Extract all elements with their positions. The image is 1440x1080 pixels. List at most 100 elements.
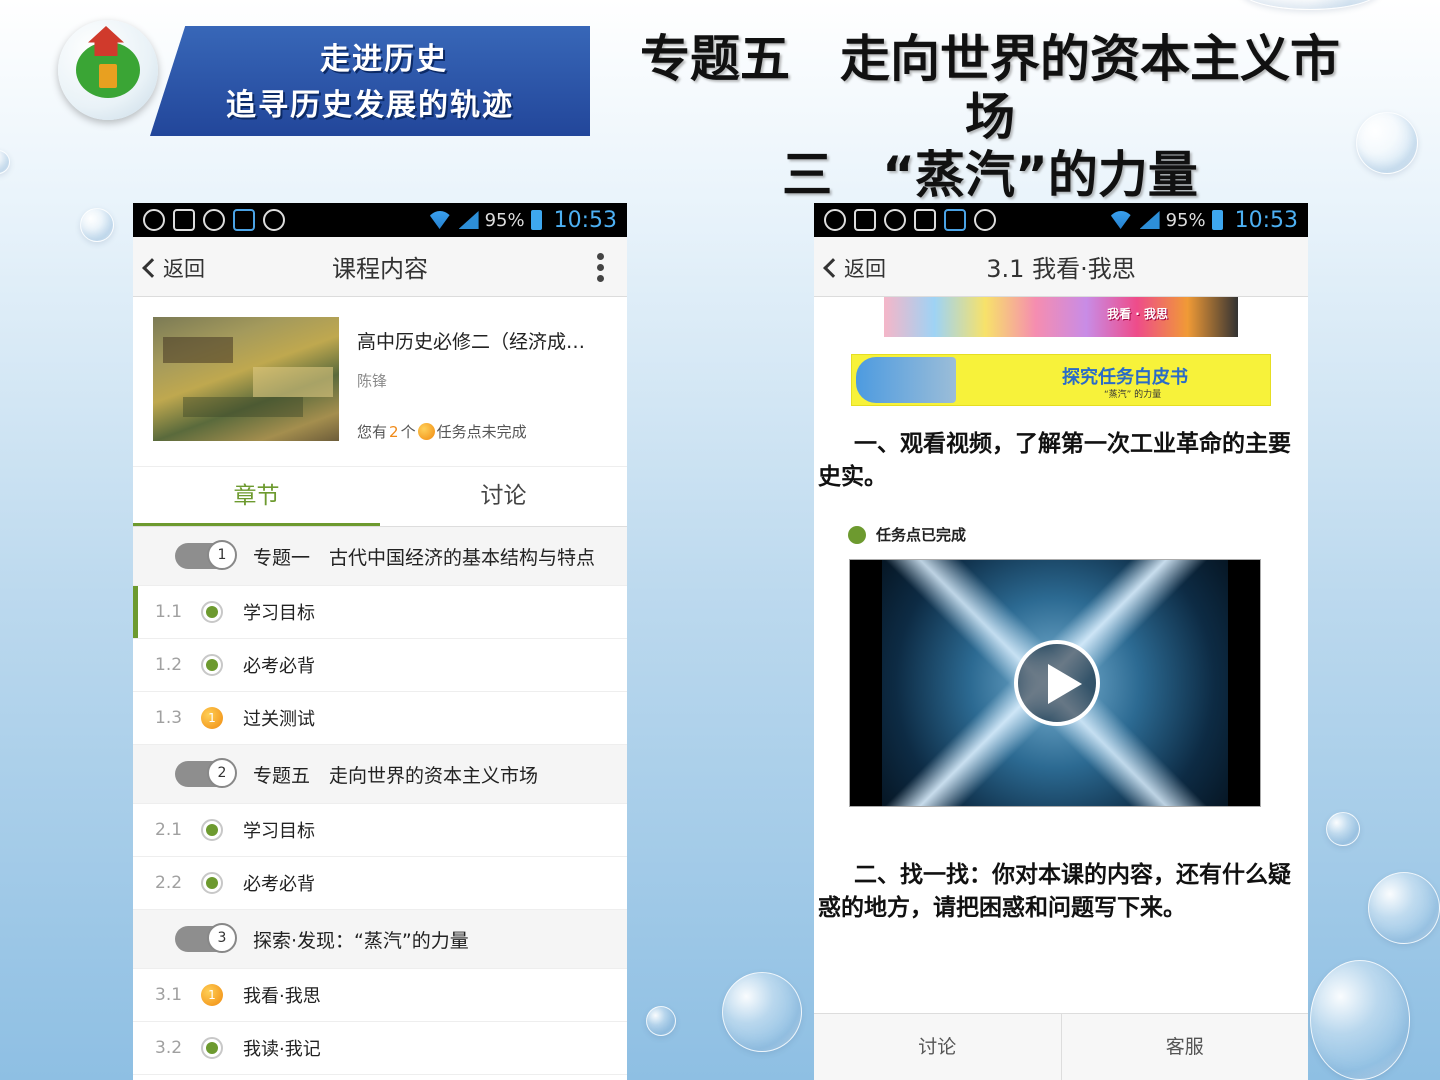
chapter-index: 2.2 <box>155 873 183 893</box>
task-prefix: 您有 <box>357 423 388 441</box>
cartoon-image <box>856 357 956 403</box>
back-label: 返回 <box>163 257 205 281</box>
chapter-label: 我看·我思 <box>243 986 321 1007</box>
customer-service-button[interactable]: 客服 <box>1060 1014 1309 1080</box>
completed-dot-icon <box>201 1037 223 1059</box>
chapter-label: 学习目标 <box>243 821 315 842</box>
chapter-item[interactable]: 2.2 必考必背 <box>133 857 627 910</box>
page-title: 3.1 我看·我思 <box>986 255 1136 283</box>
decorative-bubble <box>1368 872 1440 944</box>
decorative-bubble <box>646 1006 676 1036</box>
shield-icon <box>203 209 225 231</box>
decorative-bubble <box>80 208 114 242</box>
task-complete-icon <box>848 525 866 544</box>
completed-dot-icon <box>201 654 223 676</box>
bell-icon <box>233 209 255 231</box>
course-title: 高中历史必修二（经济成… <box>357 331 586 353</box>
question-2: 二、找一找：你对本课的内容，还有什么疑惑的地方，请把困惑和问题写下来。 <box>818 862 1291 921</box>
shield-icon <box>884 209 906 231</box>
pending-task-icon: 1 <box>201 707 223 729</box>
chapter-list: 1 专题一 古代中国经济的基本结构与特点 1.1 学习目标 1.2 必考必背 1.3 1 过关测… <box>133 527 627 1075</box>
course-teacher: 陈锋 <box>357 372 388 390</box>
task-suffix: 任务点未完成 <box>436 423 527 441</box>
chapter-index: 1.3 <box>155 708 183 728</box>
slide-title-line-1: 专题五 走向世界的资本主义市场 <box>640 30 1340 146</box>
course-card[interactable]: 高中历史必修二（经济成… 陈锋 您有 2 个 任务点未完成 <box>133 297 627 467</box>
back-button[interactable]: 返回 <box>823 253 886 283</box>
slide-title: 专题五 走向世界的资本主义市场 三 “蒸汽”的力量 <box>620 30 1360 204</box>
wifi-icon <box>426 211 453 229</box>
chapter-item[interactable]: 1.2 必考必背 <box>133 639 627 692</box>
signal-icon <box>1139 211 1160 229</box>
completed-dot-icon <box>201 819 223 841</box>
course-cover-image <box>153 317 339 441</box>
page-title: 课程内容 <box>332 255 428 283</box>
decorative-bubble <box>1240 0 1380 10</box>
section-collapse-toggle[interactable]: 1 <box>175 540 237 570</box>
chapter-item[interactable]: 3.1 1 我看·我思 <box>133 969 627 1022</box>
signal-icon <box>458 211 479 229</box>
chapter-item[interactable]: 1.1 学习目标 <box>133 586 627 639</box>
task-mid: 个 <box>400 423 416 441</box>
battery-icon <box>1211 210 1223 230</box>
chapter-item[interactable]: 1.3 1 过关测试 <box>133 692 627 745</box>
completed-dot-icon <box>201 601 223 623</box>
section-number: 1 <box>207 540 237 570</box>
chapter-index: 3.1 <box>155 985 183 1005</box>
chapter-index: 1.2 <box>155 655 183 675</box>
app-icon <box>143 209 165 231</box>
chapter-index: 1.1 <box>155 602 183 622</box>
image-icon <box>914 209 936 231</box>
chevron-left-icon <box>823 258 843 278</box>
chapter-item[interactable]: 2.1 学习目标 <box>133 804 627 857</box>
decorative-bubble <box>1356 112 1418 174</box>
task-point-icon <box>417 423 435 440</box>
battery-percent: 95% <box>1165 209 1206 231</box>
tab-chapters[interactable]: 章节 <box>133 467 380 526</box>
weather-icon <box>263 209 285 231</box>
chapter-item[interactable]: 3.2 我读·我记 <box>133 1022 627 1075</box>
section-collapse-toggle[interactable]: 3 <box>175 923 237 953</box>
tab-discussion[interactable]: 讨论 <box>380 467 627 526</box>
pending-task-icon: 1 <box>201 984 223 1006</box>
status-bar: 95% 10:53 <box>133 203 627 237</box>
more-menu-icon[interactable] <box>597 253 605 283</box>
chevron-left-icon <box>142 258 162 278</box>
tab-bar: 章节 讨论 <box>133 467 627 527</box>
decorative-bubble <box>722 972 802 1052</box>
task-banner-subtitle: “蒸汽” 的力量 <box>1104 390 1162 400</box>
completed-dot-icon <box>201 872 223 894</box>
chapter-label: 专题一 古代中国经济的基本结构与特点 <box>253 546 596 569</box>
slide-title-line-2: 三 “蒸汽”的力量 <box>782 146 1198 204</box>
chapter-section-header[interactable]: 3 探索·发现：“蒸汽”的力量 <box>133 910 627 969</box>
chapter-index: 2.1 <box>155 820 183 840</box>
play-icon[interactable] <box>1014 640 1100 726</box>
task-count: 2 <box>389 422 399 441</box>
mail-icon <box>854 209 876 231</box>
bottom-action-bar: 讨论 客服 <box>814 1013 1308 1080</box>
decorative-bubble <box>0 150 10 174</box>
chapter-label: 我读·我记 <box>243 1039 321 1060</box>
back-button[interactable]: 返回 <box>142 253 205 283</box>
status-bar: 95% 10:53 <box>814 203 1308 237</box>
chapter-section-header[interactable]: 2 专题五 走向世界的资本主义市场 <box>133 745 627 804</box>
task-whitepaper-banner: 探究任务白皮书 “蒸汽” 的力量 <box>851 354 1271 406</box>
chapter-label: 必考必背 <box>243 656 315 677</box>
task-status-label: 任务点已完成 <box>876 526 967 544</box>
chapter-label: 专题五 走向世界的资本主义市场 <box>253 764 539 787</box>
section-collapse-toggle[interactable]: 2 <box>175 758 237 788</box>
section-number: 2 <box>207 758 237 788</box>
weather-icon <box>974 209 996 231</box>
discussion-button[interactable]: 讨论 <box>814 1014 1061 1080</box>
chapter-label: 必考必背 <box>243 874 315 895</box>
section-number: 3 <box>207 923 237 953</box>
chapter-label: 学习目标 <box>243 603 315 624</box>
phone-screenshot-course: 95% 10:53 返回 课程内容 高中历史必修二（经济成… 陈锋 您有 2 个… <box>133 203 627 1080</box>
wifi-icon <box>1107 211 1134 229</box>
chapter-section-header[interactable]: 1 专题一 古代中国经济的基本结构与特点 <box>133 527 627 586</box>
decorative-bubble <box>1310 960 1410 1080</box>
video-player[interactable] <box>849 559 1261 807</box>
clock: 10:53 <box>553 207 617 233</box>
battery-icon <box>530 210 542 230</box>
lesson-banner-image: 我看 · 我思 <box>884 297 1238 337</box>
